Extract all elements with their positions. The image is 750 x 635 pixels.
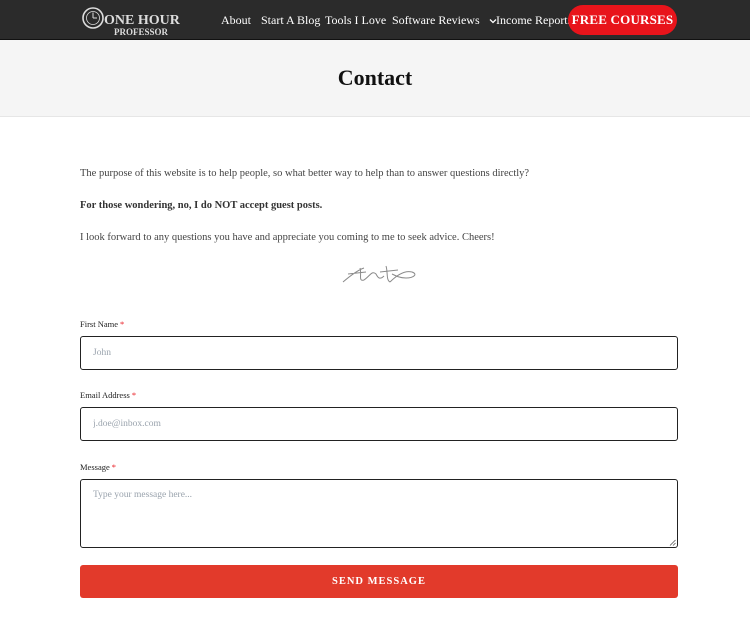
logo-icon: ONE HOUR PROFESSOR [82,7,181,37]
email-label-text: Email Address [80,390,130,400]
message-label: Message * [80,462,116,472]
intro-paragraph: The purpose of this website is to help p… [80,168,530,179]
nav-income-reports[interactable]: Income Reports [496,13,572,27]
message-textarea[interactable] [80,479,678,548]
site-logo[interactable]: ONE HOUR PROFESSOR [82,4,182,37]
closing-paragraph: I look forward to any questions you have… [80,232,495,243]
nav-start-a-blog[interactable]: Start A Blog [261,13,320,27]
free-courses-button[interactable]: FREE COURSES [568,5,677,35]
email-input[interactable] [80,407,678,441]
svg-text:ONE HOUR: ONE HOUR [104,13,181,28]
nav-software-reviews[interactable]: Software Reviews [392,13,497,27]
nav-tools-i-love[interactable]: Tools I Love [325,13,386,27]
site-header: ONE HOUR PROFESSOR About Start A Blog To… [0,0,750,40]
email-label: Email Address * [80,390,136,400]
send-message-button[interactable]: SEND MESSAGE [80,565,678,598]
first-name-input[interactable] [80,336,678,370]
guest-post-notice: For those wondering, no, I do NOT accept… [80,200,323,211]
first-name-label-text: First Name [80,319,119,329]
message-label-text: Message [80,462,110,472]
required-marker: * [111,462,116,472]
nav-software-reviews-label: Software Reviews [392,13,480,27]
required-marker: * [120,319,125,329]
resize-handle-icon[interactable] [669,539,676,546]
signature-image [342,265,416,283]
page-title: Contact [337,65,413,90]
required-marker: * [131,390,137,400]
nav-about[interactable]: About [221,13,251,27]
svg-text:PROFESSOR: PROFESSOR [114,27,169,37]
first-name-label: First Name * [80,319,124,329]
